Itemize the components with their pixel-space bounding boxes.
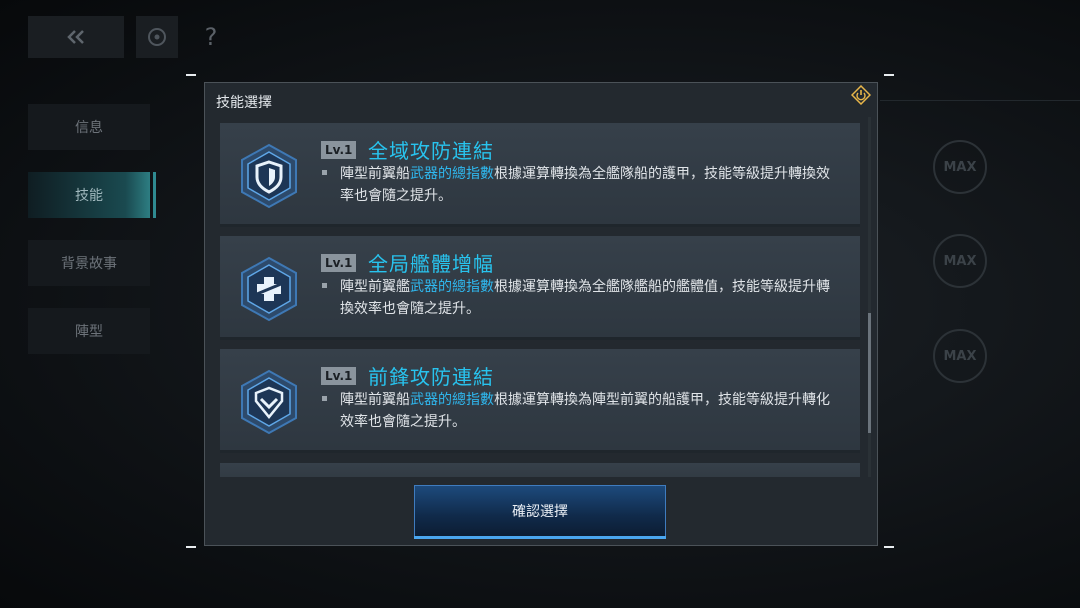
tab-label: 技能	[75, 188, 103, 204]
scrollbar[interactable]	[868, 117, 871, 477]
skill-selection-dialog: 技能選擇 Lv.1 全域攻防連結 陣型前翼船武器的總指數根據運算轉換為全艦隊船的…	[204, 82, 878, 546]
target-button[interactable]	[136, 16, 178, 58]
confirm-selection-button[interactable]: 確認選擇	[414, 485, 666, 539]
skill-description: 陣型前翼艦武器的總指數根據運算轉換為全艦隊艦船的艦體值，技能等級提升轉換效率也會…	[322, 276, 842, 320]
shield-skill-icon	[241, 143, 297, 209]
max-badge: MAX	[933, 329, 987, 383]
skill-card[interactable]	[220, 463, 860, 477]
close-button[interactable]	[850, 84, 872, 109]
desc-text: 陣型前翼船	[340, 392, 410, 408]
skill-card[interactable]: Lv.1 全局艦體增幅 陣型前翼艦武器的總指數根據運算轉換為全艦隊艦船的艦體值，…	[220, 236, 860, 340]
confirm-label: 確認選擇	[512, 504, 568, 520]
desc-highlight: 武器的總指數	[410, 392, 494, 408]
skill-name: 前鋒攻防連結	[368, 365, 494, 389]
bullet	[322, 170, 327, 175]
skill-name: 全局艦體增幅	[368, 252, 494, 276]
tab-info[interactable]: 信息	[28, 104, 150, 150]
desc-text: 陣型前翼艦	[340, 279, 410, 295]
power-diamond-icon	[850, 84, 872, 106]
back-button[interactable]	[28, 16, 124, 58]
desc-highlight: 武器的總指數	[410, 166, 494, 182]
max-badge: MAX	[933, 140, 987, 194]
frame-corner	[186, 74, 196, 76]
tab-skills[interactable]: 技能	[28, 172, 156, 218]
frame-corner	[884, 74, 894, 76]
level-badge: Lv.1	[321, 367, 357, 385]
desc-highlight: 武器的總指數	[410, 279, 494, 295]
chevron-shield-skill-icon	[241, 369, 297, 435]
tab-background-story[interactable]: 背景故事	[28, 240, 150, 286]
skill-description: 陣型前翼船武器的總指數根據運算轉換為陣型前翼的船護甲，技能等級提升轉化效率也會隨…	[322, 389, 842, 433]
max-badge: MAX	[933, 234, 987, 288]
skill-description: 陣型前翼船武器的總指數根據運算轉換為全艦隊船的護甲，技能等級提升轉換效率也會隨之…	[322, 163, 842, 207]
level-badge: Lv.1	[321, 141, 357, 159]
desc-text: 陣型前翼船	[340, 166, 410, 182]
level-badge: Lv.1	[321, 254, 357, 272]
active-tab-indicator	[153, 172, 156, 218]
frame-corner	[884, 546, 894, 548]
target-icon	[148, 28, 166, 46]
skill-card[interactable]: Lv.1 全域攻防連結 陣型前翼船武器的總指數根據運算轉換為全艦隊船的護甲，技能…	[220, 123, 860, 227]
button-underline	[414, 536, 666, 539]
divider	[880, 100, 1080, 101]
scrollbar-thumb[interactable]	[868, 313, 871, 433]
double-chevron-left-icon	[67, 30, 84, 44]
dialog-title: 技能選擇	[216, 95, 272, 111]
help-button[interactable]: ?	[190, 16, 232, 58]
bullet	[322, 283, 327, 288]
tab-formation[interactable]: 陣型	[28, 308, 150, 354]
tab-label: 背景故事	[61, 256, 117, 272]
tab-label: 信息	[75, 120, 103, 136]
skill-name: 全域攻防連結	[368, 139, 494, 163]
skill-card[interactable]: Lv.1 前鋒攻防連結 陣型前翼船武器的總指數根據運算轉換為陣型前翼的船護甲，技…	[220, 349, 860, 453]
tab-label: 陣型	[75, 324, 103, 340]
bullet	[322, 396, 327, 401]
frame-corner	[186, 546, 196, 548]
plus-skill-icon	[241, 256, 297, 322]
skill-list[interactable]: Lv.1 全域攻防連結 陣型前翼船武器的總指數根據運算轉換為全艦隊船的護甲，技能…	[220, 123, 862, 477]
